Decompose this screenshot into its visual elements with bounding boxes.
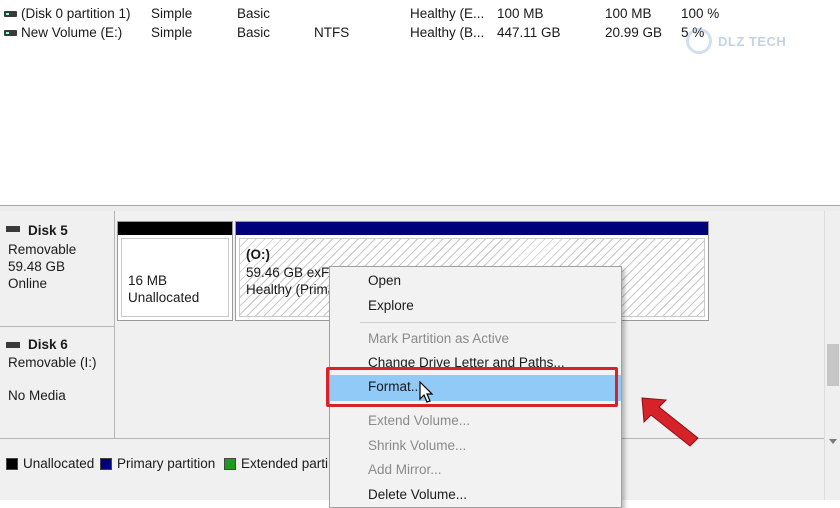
legend-label: Primary partition (117, 456, 216, 471)
volume-free: 20.99 GB (605, 25, 663, 40)
legend-swatch (100, 458, 112, 470)
volume-status: Healthy (B... (410, 25, 485, 40)
disk-icon (6, 342, 20, 348)
unallocated-bar (118, 222, 232, 235)
vertical-scrollbar[interactable] (824, 211, 840, 500)
partition-unallocated[interactable]: 16 MB Unallocated (117, 221, 233, 321)
menu-item-explore[interactable]: Explore (330, 294, 621, 318)
legend-swatch (224, 458, 236, 470)
legend-label: Extended parti (241, 456, 329, 471)
primary-bar (236, 222, 708, 235)
partition-label: (O:) (246, 247, 270, 262)
menu-item-add-mirror[interactable]: Add Mirror... (330, 458, 621, 482)
menu-item-extend-volume[interactable]: Extend Volume... (330, 409, 621, 433)
volume-name: (Disk 0 partition 1) (21, 6, 131, 21)
volume-layout: Simple (151, 25, 193, 40)
volume-free: 100 MB (605, 6, 652, 21)
partition-status: Healthy (Prima (246, 282, 336, 297)
volume-fs: NTFS (314, 25, 350, 40)
disk-media: No Media (8, 388, 66, 403)
volume-row[interactable]: (Disk 0 partition 1) Simple Basic Health… (0, 6, 840, 26)
volume-pct-free: 100 % (681, 6, 720, 21)
partition-label: Unallocated (128, 290, 200, 305)
partition-size: 16 MB (128, 273, 168, 288)
scroll-down-icon[interactable] (829, 439, 837, 444)
menu-item-label: Extend Volume... (368, 413, 471, 428)
watermark-logo: DLZ TECH (672, 24, 798, 60)
disk-6-label[interactable]: Disk 6 Removable (I:) No Media (0, 327, 115, 439)
disk-5-label[interactable]: Disk 5 Removable 59.48 GB Online (0, 211, 115, 327)
legend-label: Unallocated (23, 456, 95, 471)
volume-type: Basic (237, 6, 271, 21)
menu-item-label: Mark Partition as Active (368, 331, 510, 346)
menu-separator (360, 322, 616, 323)
menu-item-shrink-volume[interactable]: Shrink Volume... (330, 434, 621, 458)
disk-status: Online (8, 276, 48, 291)
disk-name: Disk 5 (28, 223, 68, 238)
menu-item-label: Shrink Volume... (368, 438, 467, 453)
menu-item-label: Add Mirror... (368, 462, 442, 477)
partition-body: 16 MB Unallocated (121, 238, 229, 317)
legend-swatch (6, 458, 18, 470)
menu-item-open[interactable]: Open (330, 269, 621, 293)
volume-capacity: 447.11 GB (497, 25, 561, 40)
menu-item-mark-active[interactable]: Mark Partition as Active (330, 327, 621, 351)
red-arrow-icon (641, 397, 699, 447)
volume-status: Healthy (E... (410, 6, 485, 21)
volume-layout: Simple (151, 6, 193, 21)
watermark-text: DLZ TECH (718, 34, 787, 49)
watermark-circle-icon (686, 28, 712, 54)
volume-type: Basic (237, 25, 271, 40)
drive-icon (4, 11, 17, 17)
menu-item-delete-volume[interactable]: Delete Volume... (330, 483, 621, 507)
disk-type: Removable (8, 242, 77, 257)
menu-item-label: Explore (368, 298, 414, 313)
highlight-box (326, 367, 618, 407)
disk-size: 59.48 GB (8, 259, 66, 274)
drive-icon (4, 30, 17, 36)
menu-item-label: Open (368, 273, 402, 288)
disk-name: Disk 6 (28, 337, 68, 352)
volume-name: New Volume (E:) (21, 25, 123, 40)
scrollbar-thumb[interactable] (827, 344, 839, 386)
disk-type: Removable (I:) (8, 355, 97, 370)
volume-list: (Disk 0 partition 1) Simple Basic Health… (0, 0, 840, 205)
mouse-cursor-icon (419, 381, 434, 403)
volume-capacity: 100 MB (497, 6, 544, 21)
disk-icon (6, 226, 20, 232)
